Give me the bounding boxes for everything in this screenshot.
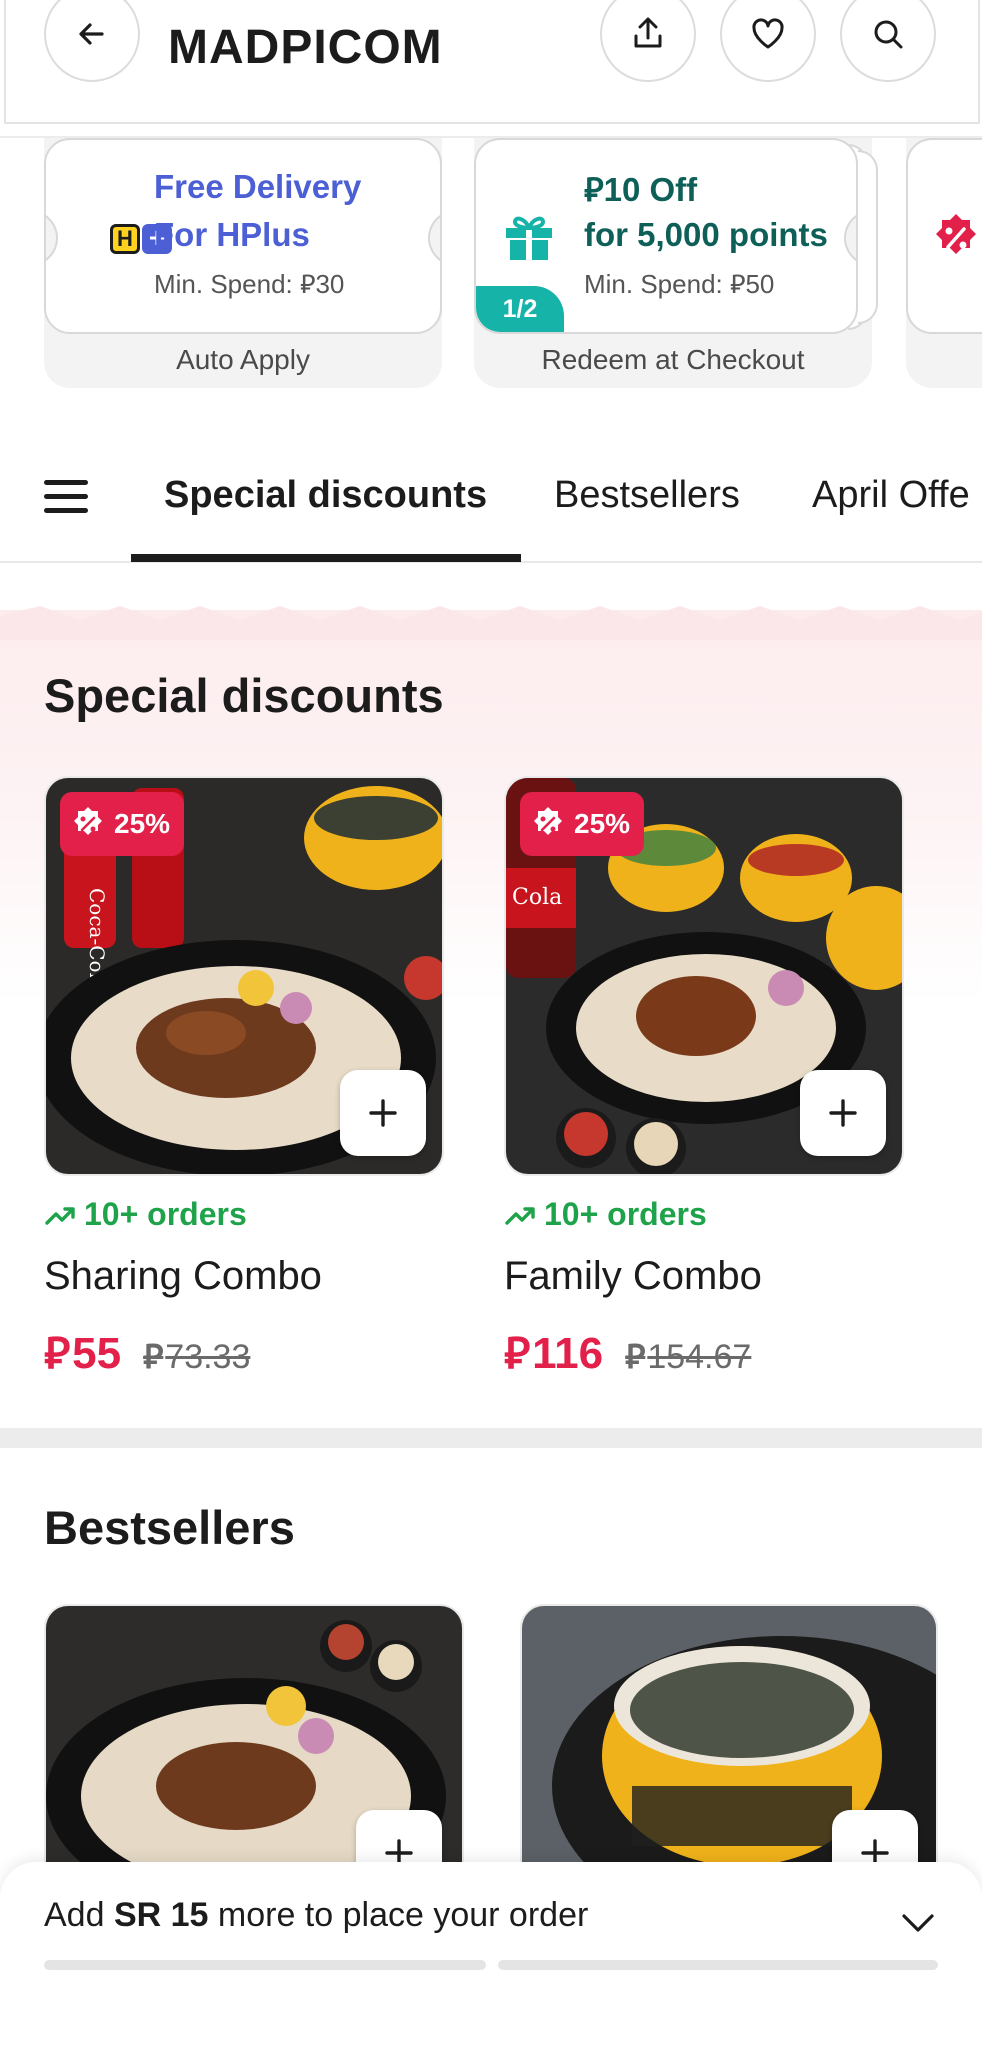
currency-icon: ⃁ (625, 1338, 646, 1376)
min-spend-value: 50 (745, 269, 775, 299)
product-image-bestseller-2[interactable] (520, 1604, 938, 1904)
plus-icon (369, 1099, 397, 1127)
section-divider (0, 1428, 982, 1448)
offer-min-spend: Min. Spend: ⃁50 (584, 268, 774, 301)
product-price: ⃁ 116 ⃁ 154.67 (504, 1324, 751, 1381)
tab-special-discounts[interactable]: Special discounts (164, 474, 487, 517)
min-order-message: Add SR 15 more to place your order (44, 1896, 588, 1935)
currency-icon: ⃁ (44, 1329, 71, 1378)
product-name[interactable]: Sharing Combo (44, 1254, 322, 1299)
offer-ticket: ⃁10 Off for 5,000 points Min. Spend: ⃁50… (474, 138, 858, 334)
product-image-family-combo[interactable]: Cola 25% (504, 776, 904, 1176)
hplus-h-letter: H (110, 224, 140, 254)
offer-subtitle: for 5,000 points (584, 216, 828, 253)
order-progress-segment (498, 1960, 938, 1970)
offer-pager-badge: 1/2 (476, 286, 564, 332)
ticket-notch (844, 210, 856, 266)
store-title: MADPICOM (168, 21, 443, 74)
min-order-prefix: Add (44, 1896, 114, 1934)
gift-icon (506, 216, 552, 260)
tab-april-offers[interactable]: April Offe (812, 474, 970, 517)
offer-title: Free Delivery (154, 168, 362, 205)
min-spend-value: 30 (315, 269, 345, 299)
current-price: ⃁ 116 (504, 1324, 603, 1381)
discount-percent-icon (74, 807, 102, 835)
menu-icon[interactable] (44, 480, 88, 522)
original-price: ⃁ 154.67 (625, 1334, 751, 1378)
add-to-cart-button[interactable] (340, 1070, 426, 1156)
offer-subtitle: For HPlus (154, 216, 310, 253)
order-progress-segment (44, 1960, 486, 1970)
old-price-value: 73.33 (165, 1338, 251, 1376)
tab-bestsellers[interactable]: Bestsellers (554, 474, 740, 517)
offer-footer: Auto Apply (176, 344, 310, 375)
orders-label: 10+ orders (544, 1196, 707, 1232)
discount-badge: 25% (520, 792, 645, 856)
top-bar (0, 0, 982, 136)
price-value: 55 (72, 1329, 122, 1378)
stacked-card-edge (858, 150, 878, 324)
header-frame (4, 0, 980, 124)
offer-ticket (906, 138, 982, 334)
chevron-down-icon[interactable] (896, 1900, 940, 1944)
cart-bottom-sheet[interactable] (0, 1862, 982, 2048)
svg-text:Cola: Cola (512, 885, 562, 910)
currency-icon: ⃁ (729, 269, 746, 299)
currency-icon: ⃁ (143, 1338, 164, 1376)
ticket-notch (46, 210, 58, 266)
trending-up-icon (505, 1206, 535, 1225)
min-order-suffix: more to place your order (208, 1896, 589, 1934)
min-order-amount: SR 15 (113, 1896, 209, 1934)
heart-icon (752, 18, 784, 49)
product-price: ⃁ 55 ⃁ 73.33 (44, 1324, 250, 1381)
active-tab-indicator (131, 554, 521, 562)
product-image-sharing-combo[interactable]: Coca-Cola 25% (44, 776, 444, 1176)
add-to-cart-button[interactable] (800, 1070, 886, 1156)
search-icon (874, 20, 903, 49)
offer-card-points[interactable]: ⃁10 Off for 5,000 points Min. Spend: ⃁50… (474, 138, 878, 388)
product-image-bestseller-1[interactable] (44, 1604, 464, 1904)
offer-ticket: H + Free Delivery For HPlus Min. Spend: … (44, 138, 442, 334)
currency-icon: ⃁ (299, 269, 316, 299)
section-title-bestsellers: Bestsellers (44, 1501, 295, 1554)
offer-footer: Redeem at Checkout (541, 344, 805, 375)
orders-count: 10+ orders (44, 1196, 247, 1233)
price-value: 116 (532, 1329, 604, 1378)
discount-badge: 25% (60, 792, 185, 856)
offer-value: 10 Off (603, 171, 698, 208)
discount-value: 25% (574, 808, 631, 839)
section-title-special: Special discounts (44, 669, 444, 722)
offer-min-spend: Min. Spend: ⃁30 (154, 268, 344, 301)
discount-value: 25% (114, 808, 171, 839)
product-name[interactable]: Family Combo (504, 1254, 762, 1299)
min-spend-label: Min. Spend: (584, 269, 723, 299)
current-price: ⃁ 55 (44, 1324, 121, 1381)
discount-percent-icon (534, 807, 562, 835)
zigzag-divider (0, 606, 982, 640)
currency-icon: ⃁ (584, 171, 604, 208)
arrow-left-icon (79, 23, 104, 45)
ticket-notch (428, 210, 440, 266)
orders-label: 10+ orders (84, 1196, 247, 1232)
old-price-value: 154.67 (647, 1338, 752, 1376)
offer-title: ⃁10 Off (584, 168, 697, 211)
min-spend-label: Min. Spend: (154, 269, 293, 299)
original-price: ⃁ 73.33 (143, 1334, 250, 1378)
offer-card-free-delivery[interactable]: H + Free Delivery For HPlus Min. Spend: … (44, 138, 442, 388)
discount-percent-icon (936, 214, 976, 254)
orders-count: 10+ orders (504, 1196, 707, 1233)
plus-icon (829, 1099, 857, 1127)
offer-card-partial[interactable] (906, 138, 982, 388)
share-icon (634, 17, 662, 48)
trending-up-icon (45, 1206, 75, 1225)
currency-icon: ⃁ (504, 1329, 531, 1378)
